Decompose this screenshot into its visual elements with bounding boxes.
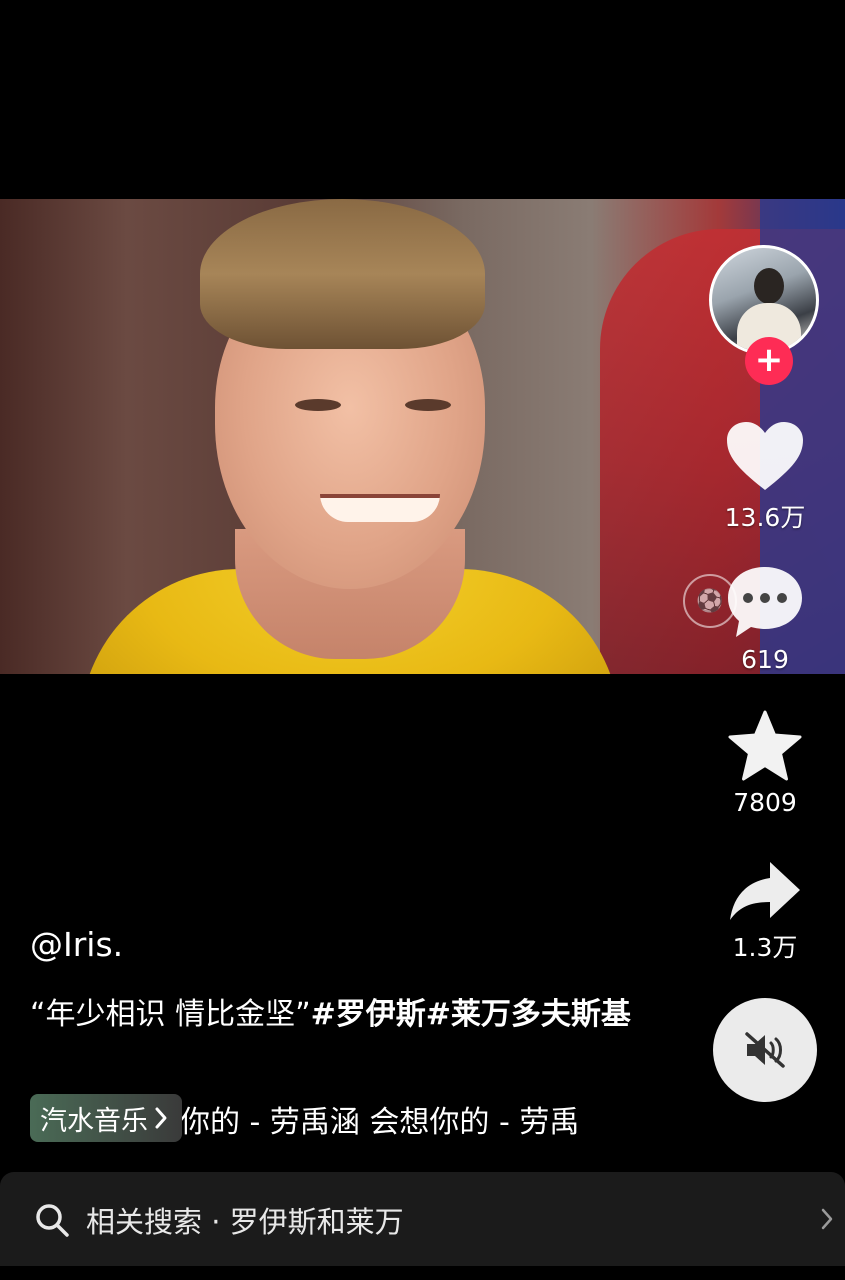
avatar-head (754, 268, 784, 304)
follow-plus-icon[interactable]: + (745, 337, 793, 385)
related-search-bar[interactable]: 相关搜索 · 罗伊斯和莱万 (0, 1172, 845, 1266)
player-eye-right (405, 399, 451, 411)
hashtag-lewandowski[interactable]: #莱万多夫斯基 (426, 997, 631, 1032)
mute-icon (745, 1032, 785, 1068)
chevron-right-icon (821, 1208, 833, 1230)
hashtag-reus[interactable]: #罗伊斯 (311, 997, 426, 1032)
player-hair (200, 199, 485, 349)
chevron-right-icon (155, 1107, 167, 1129)
related-search-label: 相关搜索 · 罗伊斯和莱万 (86, 1205, 404, 1239)
comment-count: 619 (741, 645, 789, 674)
favorite-count: 7809 (733, 788, 797, 817)
music-row[interactable]: 汽水音乐 你的 - 劳禹涵 会想你的 - 劳禹 (30, 1093, 670, 1143)
search-icon (36, 1204, 69, 1237)
like-button[interactable]: 13.6万 (705, 420, 825, 534)
player-smile (320, 494, 440, 522)
share-button[interactable]: 1.3万 (705, 860, 825, 964)
heart-icon (727, 422, 803, 490)
favorite-button[interactable]: 7809 (705, 710, 825, 817)
share-icon (730, 862, 800, 920)
bottom-safe-area (0, 1266, 845, 1280)
player-eye-left (295, 399, 341, 411)
comment-button[interactable]: 619 (705, 565, 825, 674)
comment-icon (728, 567, 802, 637)
music-platform-label: 汽水音乐 (40, 1105, 148, 1137)
share-count: 1.3万 (732, 933, 798, 962)
like-count: 13.6万 (724, 503, 806, 532)
author-avatar-container[interactable]: + (709, 245, 819, 385)
description-text: “年少相识 情比金坚” (30, 997, 311, 1032)
music-platform-pill[interactable]: 汽水音乐 (30, 1094, 182, 1142)
star-icon (728, 710, 802, 781)
author-handle[interactable]: @Iris. (30, 925, 123, 964)
mute-button[interactable] (713, 998, 817, 1102)
video-description: “年少相识 情比金坚”#罗伊斯#莱万多夫斯基 (30, 990, 660, 1040)
music-track-marquee: 你的 - 劳禹涵 会想你的 - 劳禹 (180, 1105, 580, 1140)
